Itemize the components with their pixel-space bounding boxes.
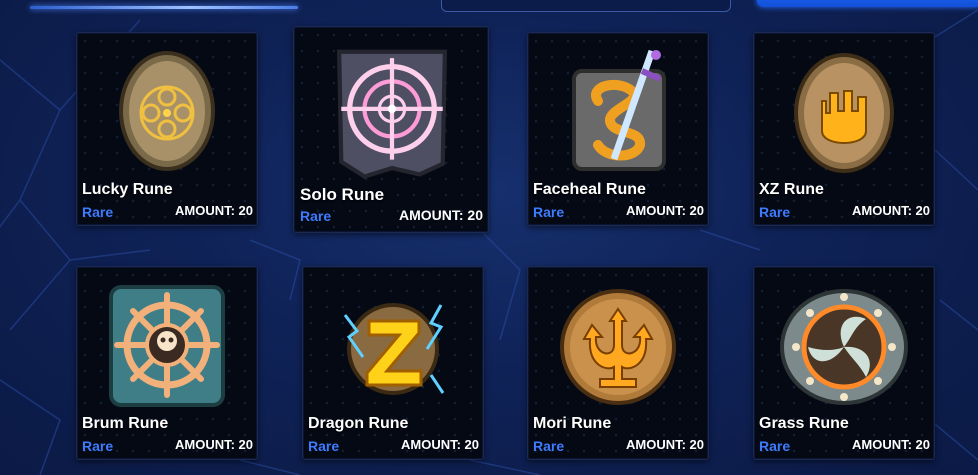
rune-card-dragon[interactable]: Dragon Rune Rare AMOUNT: 20 xyxy=(302,266,484,460)
rune-name: Mori Rune xyxy=(533,415,612,432)
rune-amount: AMOUNT: 20 xyxy=(851,437,930,452)
brum-rune-icon xyxy=(109,285,225,407)
top-search-box[interactable] xyxy=(441,0,731,12)
grass-rune-icon xyxy=(780,289,908,405)
rune-card-mori[interactable]: Mori Rune Rare AMOUNT: 20 xyxy=(527,266,709,460)
rune-amount: AMOUNT: 20 xyxy=(174,437,253,452)
top-action-button[interactable] xyxy=(757,0,978,7)
rune-rarity: Rare xyxy=(82,438,114,454)
rune-amount: AMOUNT: 20 xyxy=(398,207,483,223)
rune-rarity: Rare xyxy=(533,438,565,454)
xz-rune-icon xyxy=(794,53,894,173)
active-tab-underline xyxy=(30,6,298,9)
rune-rarity: Rare xyxy=(300,208,332,224)
rune-card-grass[interactable]: Grass Rune Rare AMOUNT: 20 xyxy=(753,266,935,460)
mori-rune-icon xyxy=(560,289,676,405)
rune-rarity: Rare xyxy=(308,438,340,454)
rune-card-faceheal[interactable]: Faceheal Rune Rare AMOUNT: 20 xyxy=(527,32,709,226)
rune-rarity: Rare xyxy=(759,204,791,220)
dragon-rune-icon xyxy=(343,303,445,395)
rune-card-brum[interactable]: Brum Rune Rare AMOUNT: 20 xyxy=(76,266,258,460)
rune-name: Grass Rune xyxy=(759,415,849,432)
rune-rarity: Rare xyxy=(533,204,565,220)
faceheal-rune-icon xyxy=(572,49,666,171)
rune-amount: AMOUNT: 20 xyxy=(625,437,704,452)
rune-name: Dragon Rune xyxy=(308,415,409,432)
rune-amount: AMOUNT: 20 xyxy=(174,203,253,218)
rune-name: Brum Rune xyxy=(82,415,169,432)
rune-rarity: Rare xyxy=(759,438,791,454)
rune-rarity: Rare xyxy=(82,204,114,220)
solo-rune-icon xyxy=(336,49,448,179)
rune-card-xz[interactable]: XZ Rune Rare AMOUNT: 20 xyxy=(753,32,935,226)
rune-card-lucky[interactable]: Lucky Rune Rare AMOUNT: 20 xyxy=(76,32,258,226)
rune-amount: AMOUNT: 20 xyxy=(625,203,704,218)
lucky-rune-icon xyxy=(119,51,215,171)
rune-name: Lucky Rune xyxy=(82,181,173,198)
rune-amount: AMOUNT: 20 xyxy=(400,437,479,452)
rune-name: Faceheal Rune xyxy=(533,181,646,198)
rune-name: Solo Rune xyxy=(300,185,385,204)
rune-card-solo[interactable]: Solo Rune Rare AMOUNT: 20 xyxy=(293,26,489,233)
rune-amount: AMOUNT: 20 xyxy=(851,203,930,218)
rune-name: XZ Rune xyxy=(759,181,824,198)
